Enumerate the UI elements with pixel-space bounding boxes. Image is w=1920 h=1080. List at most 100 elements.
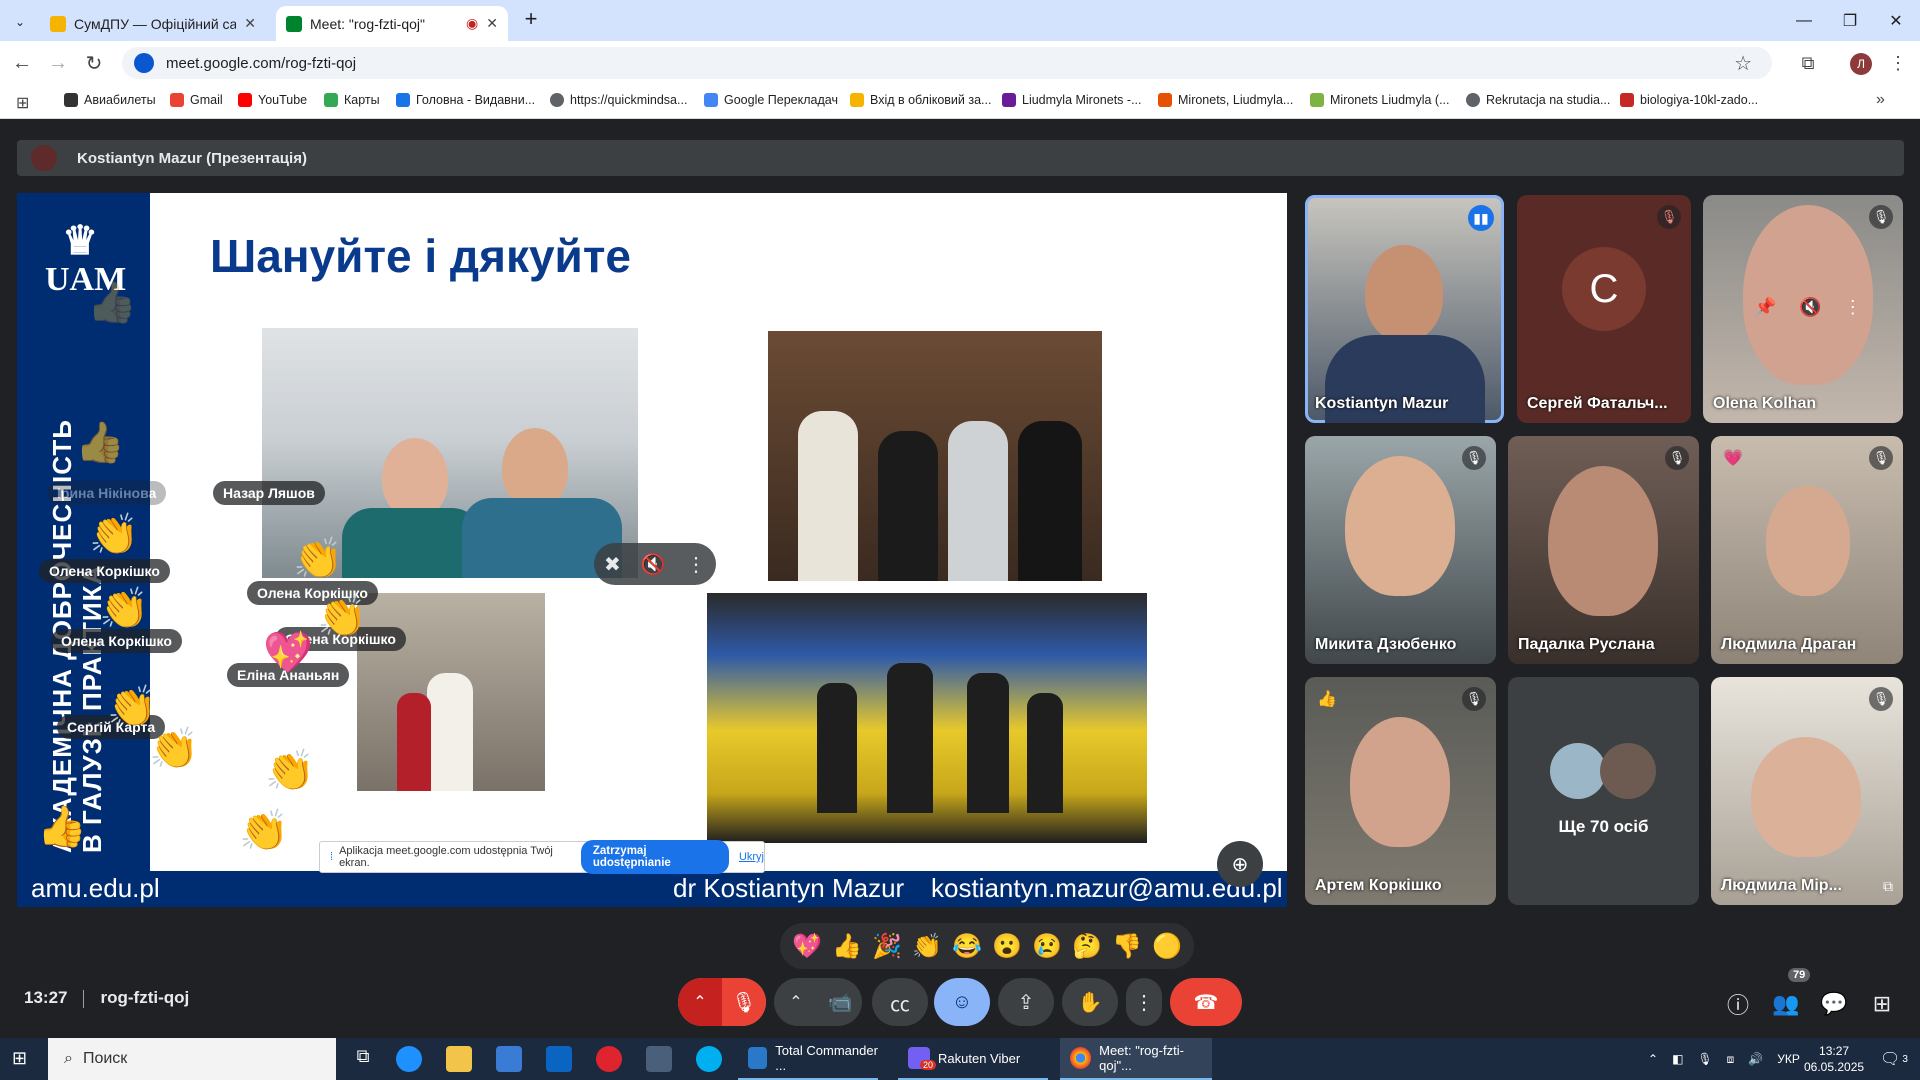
meeting-details-icon[interactable]: ⓘ (1720, 986, 1756, 1022)
thumbs-up-reaction-button[interactable]: 👍 (830, 929, 864, 963)
close-tab-icon[interactable]: ✕ (486, 15, 498, 32)
bookmark-item[interactable]: biologiya-10kl-zado... (1620, 93, 1758, 107)
mute-icon[interactable]: 🔇 (1799, 297, 1821, 318)
taskbar-app-total-commander[interactable]: Total Commander ... (738, 1038, 878, 1080)
clap-reaction-button[interactable]: 👏 (910, 929, 944, 963)
hide-share-bar-link[interactable]: Ukryj (739, 851, 764, 863)
taskbar-app-chrome[interactable]: Meet: "rog-fzti-qoj"... (1060, 1038, 1212, 1080)
others-tile[interactable]: Ще 70 осіб (1508, 677, 1699, 905)
taskbar-search[interactable]: ⌕ Поиск (48, 1038, 336, 1080)
bookmark-item[interactable]: Авиабилеты (64, 93, 156, 107)
close-tab-icon[interactable]: ✕ (244, 15, 256, 32)
bookmark-item[interactable]: https://quickmindsa... (550, 93, 687, 107)
captions-button[interactable]: ㏄ (872, 978, 928, 1026)
more-options-button[interactable]: ⋮ (1126, 978, 1162, 1026)
browser-menu-icon[interactable]: ⋮ (1884, 49, 1912, 77)
bookmark-item[interactable]: Gmail (170, 93, 223, 107)
edge-icon[interactable] (396, 1046, 422, 1072)
outlook-icon[interactable] (546, 1046, 572, 1072)
task-view-icon[interactable]: ⧉ (350, 1046, 376, 1072)
new-tab-button[interactable]: + (518, 6, 544, 32)
camera-button[interactable]: ⌃ 📹 (774, 978, 862, 1026)
profile-avatar[interactable]: Л (1850, 53, 1872, 75)
extensions-icon[interactable]: ⧉ (1794, 49, 1822, 77)
participant-tile[interactable]: 🎙 Людмила Мір... ⧉ (1711, 677, 1903, 905)
apps-grid-icon[interactable]: ⊞ (16, 93, 29, 113)
pip-icon[interactable]: ⧉ (1883, 878, 1893, 895)
microphone-icon[interactable]: 🎙 (1697, 1052, 1712, 1066)
participant-tile[interactable]: 📌 🔇 ⋮ 🎙 Olena Kolhan (1703, 195, 1903, 423)
taskbar-app-viber[interactable]: 20 Rakuten Viber (898, 1038, 1048, 1080)
bookmark-item[interactable]: YouTube (238, 93, 307, 107)
store-icon[interactable] (496, 1046, 522, 1072)
more-options-icon[interactable]: ⋮ (686, 552, 706, 577)
stop-sharing-button[interactable]: Zatrzymaj udostępnianie (580, 840, 729, 874)
zoom-button[interactable]: ⊕ (1217, 841, 1263, 887)
drag-handle-icon[interactable]: ⁞ (330, 851, 333, 863)
clock[interactable]: 13:27 06.05.2025 (1804, 1038, 1864, 1080)
tab-meet[interactable]: Meet: "rog-fzti-qoj" ◉ ✕ (276, 6, 508, 41)
participant-tile[interactable]: 💗 🎙 Людмила Драган (1711, 436, 1903, 664)
bookmark-item[interactable]: Liudmyla Mironets -... (1002, 93, 1141, 107)
chat-icon[interactable]: 💬 (1816, 986, 1852, 1022)
volume-icon[interactable]: 🔊 (1748, 1052, 1763, 1066)
skin-tone-button[interactable]: 🟡 (1150, 929, 1184, 963)
video-options-icon[interactable]: ⌃ (774, 992, 818, 1012)
close-window-button[interactable]: ✕ (1872, 0, 1920, 41)
sad-reaction-button[interactable]: 😢 (1030, 929, 1064, 963)
bookmark-item[interactable]: Mironets, Liudmyla... (1158, 93, 1293, 107)
participant-tile[interactable]: 👍 🎙 Артем Коркішко (1305, 677, 1496, 905)
people-icon[interactable]: 👥 (1768, 986, 1804, 1022)
opera-icon[interactable] (596, 1046, 622, 1072)
site-info-icon[interactable] (134, 53, 154, 73)
minimize-button[interactable]: — (1780, 0, 1828, 41)
network-icon[interactable]: ⧈ (1727, 1052, 1735, 1067)
forward-button[interactable]: → (44, 49, 72, 77)
notifications-icon[interactable]: 🗨 3 (1880, 1038, 1908, 1080)
participant-tile[interactable]: ▮▮ Kostiantyn Mazur (1305, 195, 1504, 423)
present-button[interactable]: ⇪ (998, 978, 1054, 1026)
mic-button[interactable]: ⌃ 🎙 (678, 978, 766, 1026)
participant-tile[interactable]: 🎙 Микита Дзюбенко (1305, 436, 1496, 664)
calculator-icon[interactable] (646, 1046, 672, 1072)
thumbs-down-reaction-button[interactable]: 👎 (1110, 929, 1144, 963)
laugh-reaction-button[interactable]: 😂 (950, 929, 984, 963)
audio-options-icon[interactable]: ⌃ (678, 978, 722, 1026)
bookmark-item[interactable]: Google Перекладач (704, 93, 838, 107)
raise-hand-button[interactable]: ✋ (1062, 978, 1118, 1026)
thinking-reaction-button[interactable]: 🤔 (1070, 929, 1104, 963)
bookmark-item[interactable]: Головна - Видавни... (396, 93, 535, 107)
activities-icon[interactable]: ⊞ (1864, 986, 1900, 1022)
leave-call-button[interactable]: ☎ (1170, 978, 1242, 1026)
restore-button[interactable]: ❐ (1826, 0, 1874, 41)
more-bookmarks-icon[interactable]: » (1876, 91, 1885, 109)
tab-sumdpu[interactable]: СумДПУ — Офіційний сайт Су ✕ (40, 6, 266, 41)
mic-off-icon[interactable]: 🎙 (722, 978, 766, 1026)
bookmark-item[interactable]: Вхід в обліковий за... (850, 93, 991, 107)
participant-tile[interactable]: 🎙 Падалка Руслана (1508, 436, 1699, 664)
mute-icon[interactable]: 🔇 (641, 552, 666, 577)
bookmark-item[interactable]: Карты (324, 93, 380, 107)
surprised-reaction-button[interactable]: 😮 (990, 929, 1024, 963)
tray-app-icon[interactable]: ◧ (1672, 1052, 1683, 1066)
camera-icon[interactable]: 📹 (818, 990, 862, 1015)
skype-icon[interactable] (696, 1046, 722, 1072)
party-reaction-button[interactable]: 🎉 (870, 929, 904, 963)
bookmark-item[interactable]: Mironets Liudmyla (... (1310, 93, 1449, 107)
heart-reaction-button[interactable]: 💖 (790, 929, 824, 963)
back-button[interactable]: ← (8, 49, 36, 77)
unpin-icon[interactable]: ✖ (604, 552, 621, 577)
address-bar[interactable]: meet.google.com/rog-fzti-qoj ☆ (122, 47, 1772, 79)
windows-start-icon[interactable]: ⊞ (12, 1048, 34, 1070)
language-indicator[interactable]: УКР (1777, 1052, 1800, 1066)
more-options-icon[interactable]: ⋮ (1844, 297, 1862, 318)
participant-tile[interactable]: C 🎙 Сергей Фатальч... (1517, 195, 1691, 423)
bookmark-item[interactable]: Rekrutacja na studia... (1466, 93, 1610, 107)
bookmark-star-icon[interactable]: ☆ (1734, 51, 1752, 76)
file-explorer-icon[interactable] (446, 1046, 472, 1072)
pin-icon[interactable]: 📌 (1754, 297, 1776, 318)
tray-chevron-icon[interactable]: ⌃ (1648, 1052, 1658, 1066)
tab-search-icon[interactable]: ⌄ (8, 10, 32, 34)
reload-button[interactable]: ↻ (80, 49, 108, 77)
reactions-button[interactable]: ☺ (934, 978, 990, 1026)
